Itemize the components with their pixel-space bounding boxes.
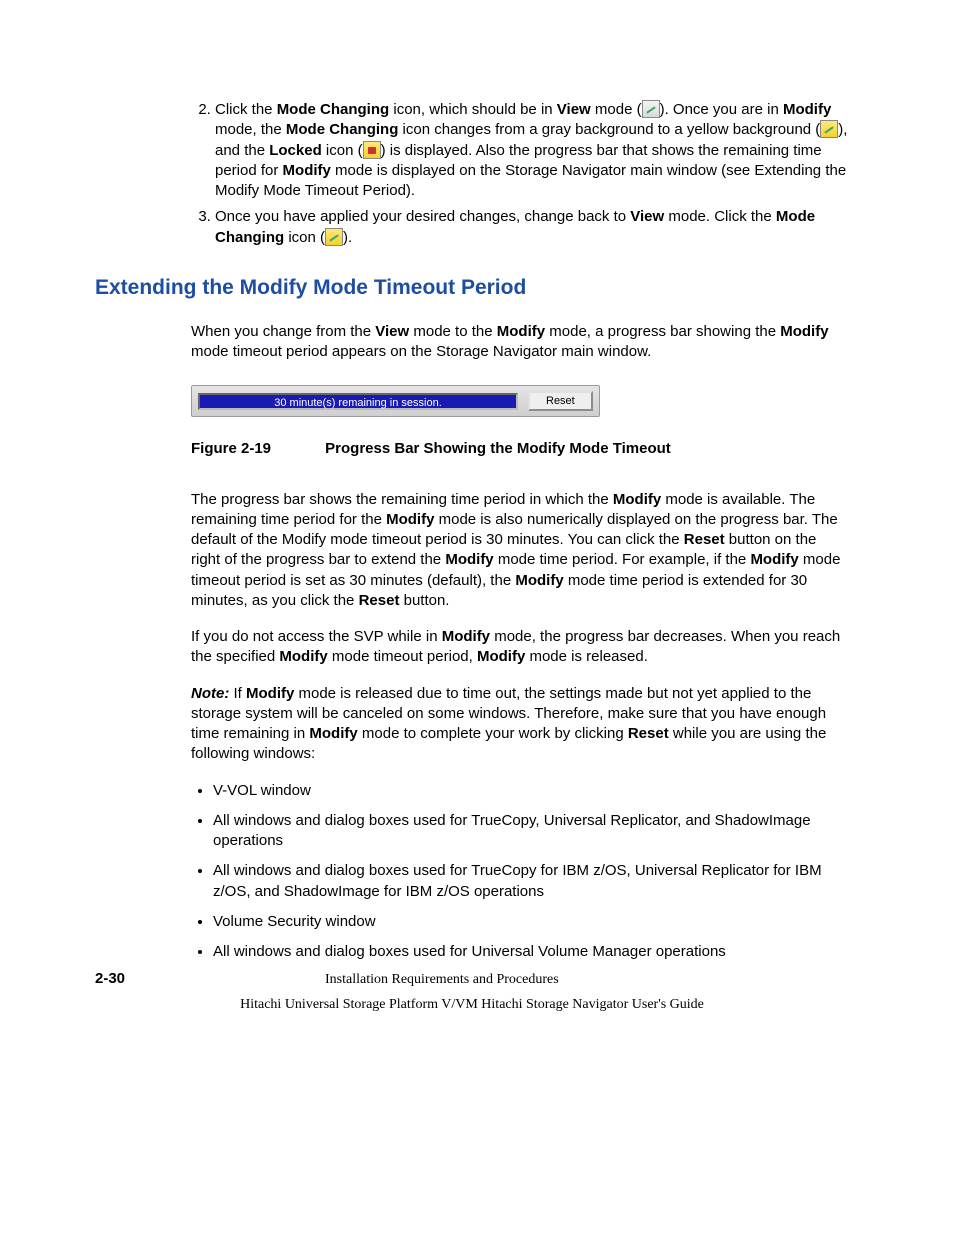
intro-paragraph: When you change from the View mode to th… [191, 322, 849, 363]
list-item: All windows and dialog boxes used for Tr… [213, 811, 849, 852]
progress-bar: 30 minute(s) remaining in session. [198, 393, 518, 410]
step-list: Click the Mode Changing icon, which shou… [191, 100, 849, 248]
page-footer: 2-30 Installation Requirements and Proce… [95, 969, 849, 1015]
mode-changing-modify-icon [820, 120, 838, 138]
reset-button[interactable]: Reset [528, 391, 593, 412]
paragraph-svp-access: If you do not access the SVP while in Mo… [191, 627, 849, 668]
footer-section-name: Installation Requirements and Procedures [325, 971, 849, 990]
figure-caption: Figure 2-19 Progress Bar Showing the Mod… [191, 439, 849, 459]
list-item: V-VOL window [213, 781, 849, 801]
page-number: 2-30 [95, 969, 325, 989]
note-paragraph: Note: If Modify mode is released due to … [191, 684, 849, 765]
paragraph-progress-description: The progress bar shows the remaining tim… [191, 490, 849, 612]
page: Click the Mode Changing icon, which shou… [0, 0, 954, 1075]
progress-bar-figure: 30 minute(s) remaining in session. Reset [191, 385, 849, 418]
window-list: V-VOL window All windows and dialog boxe… [191, 781, 849, 963]
list-item: All windows and dialog boxes used for Un… [213, 942, 849, 962]
section-body: When you change from the View mode to th… [191, 322, 849, 962]
list-item: Volume Security window [213, 912, 849, 932]
locked-icon [363, 141, 381, 159]
mode-changing-view-icon [642, 100, 660, 118]
step-2: Click the Mode Changing icon, which shou… [215, 100, 849, 201]
mode-changing-modify-icon [325, 228, 343, 246]
section-heading: Extending the Modify Mode Timeout Period [95, 274, 849, 302]
list-item: All windows and dialog boxes used for Tr… [213, 861, 849, 902]
step-3: Once you have applied your desired chang… [215, 207, 849, 248]
footer-guide-name: Hitachi Universal Storage Platform V/VM … [95, 996, 849, 1015]
progress-bar-widget: 30 minute(s) remaining in session. Reset [191, 385, 600, 418]
